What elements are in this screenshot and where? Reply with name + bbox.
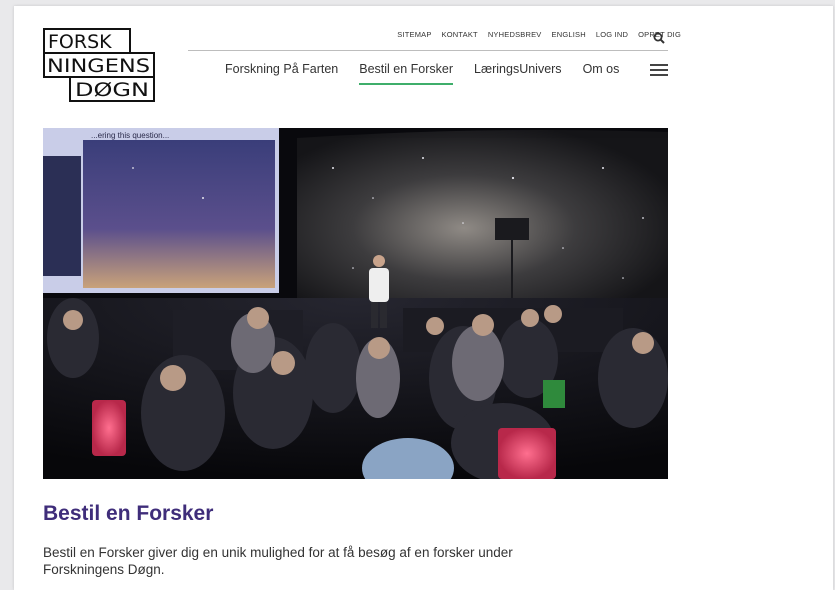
nav-divider <box>188 50 668 51</box>
util-link-kontakt[interactable]: KONTAKT <box>442 30 478 39</box>
logo-graphic: FORSK NINGENS DØGN <box>43 28 155 102</box>
util-link-nyhedsbrev[interactable]: NYHEDSBREV <box>488 30 542 39</box>
hero-photo-illustration: ...ering this question... <box>43 128 668 479</box>
nav-item-om-os[interactable]: Om os <box>583 62 620 82</box>
nav-item-laeringsunivers[interactable]: LæringsUnivers <box>474 62 562 82</box>
nav-item-bestil-en-forsker[interactable]: Bestil en Forsker <box>359 62 453 85</box>
util-link-sitemap[interactable]: SITEMAP <box>397 30 431 39</box>
screen-caption: ...ering this question... <box>91 131 169 140</box>
page: FORSK NINGENS DØGN SITEMAP KONTAKT NYHED… <box>14 6 833 590</box>
logo-line-2: NINGENS <box>47 55 150 77</box>
nav-item-forskning-paa-farten[interactable]: Forskning På Farten <box>225 62 338 82</box>
site-logo[interactable]: FORSK NINGENS DØGN <box>43 28 155 102</box>
main-nav: Forskning På Farten Bestil en Forsker Læ… <box>225 62 620 85</box>
search-icon[interactable] <box>653 32 665 44</box>
logo-line-3: DØGN <box>75 79 149 101</box>
logo-line-1: FORSK <box>48 31 112 53</box>
utility-nav: SITEMAP KONTAKT NYHEDSBREV ENGLISH LOG I… <box>397 30 681 39</box>
intro-paragraph: Bestil en Forsker giver dig en unik muli… <box>43 545 513 577</box>
page-heading: Bestil en Forsker <box>43 502 214 525</box>
hero-image: ...ering this question... <box>43 128 668 479</box>
util-link-english[interactable]: ENGLISH <box>552 30 586 39</box>
util-link-log-ind[interactable]: LOG IND <box>596 30 628 39</box>
hamburger-menu-icon[interactable] <box>650 64 668 76</box>
